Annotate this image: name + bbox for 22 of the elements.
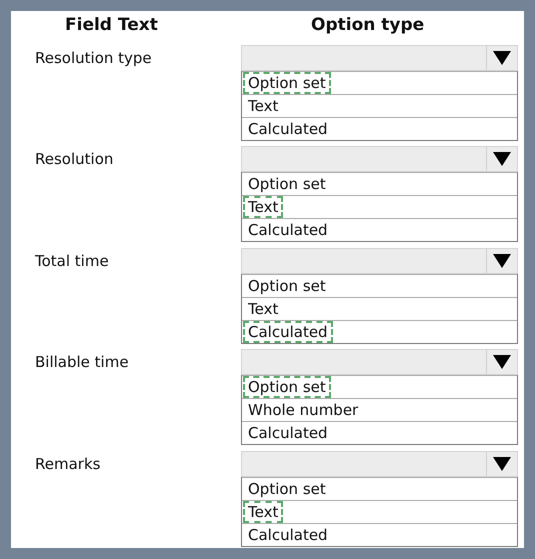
option-item[interactable]: Calculated xyxy=(244,322,332,342)
field-label: Total time xyxy=(35,250,110,272)
field-label: Remarks xyxy=(35,454,102,474)
option-item[interactable]: Option set xyxy=(244,72,330,92)
field-label: Billable time xyxy=(35,352,130,373)
field-label: Resolution type xyxy=(35,48,153,68)
option-item[interactable]: Text xyxy=(244,96,282,116)
option-item[interactable]: Calculated xyxy=(244,118,332,138)
option-item[interactable]: Option set xyxy=(244,174,330,194)
option-item[interactable]: Calculated xyxy=(244,524,332,544)
column-heading: Field Text xyxy=(64,15,159,37)
option-item[interactable]: Option set xyxy=(244,276,330,296)
option-item[interactable]: Calculated xyxy=(244,423,332,443)
column-heading: Option type xyxy=(310,15,426,37)
option-item[interactable]: Calculated xyxy=(244,220,332,240)
option-item[interactable]: Option set xyxy=(244,377,330,397)
option-item[interactable]: Text xyxy=(244,298,282,318)
option-item[interactable]: Text xyxy=(244,197,282,217)
option-item[interactable]: Option set xyxy=(244,478,330,498)
field-label: Resolution xyxy=(35,149,114,170)
option-item[interactable]: Text xyxy=(244,502,282,522)
option-item[interactable]: Whole number xyxy=(244,400,362,420)
